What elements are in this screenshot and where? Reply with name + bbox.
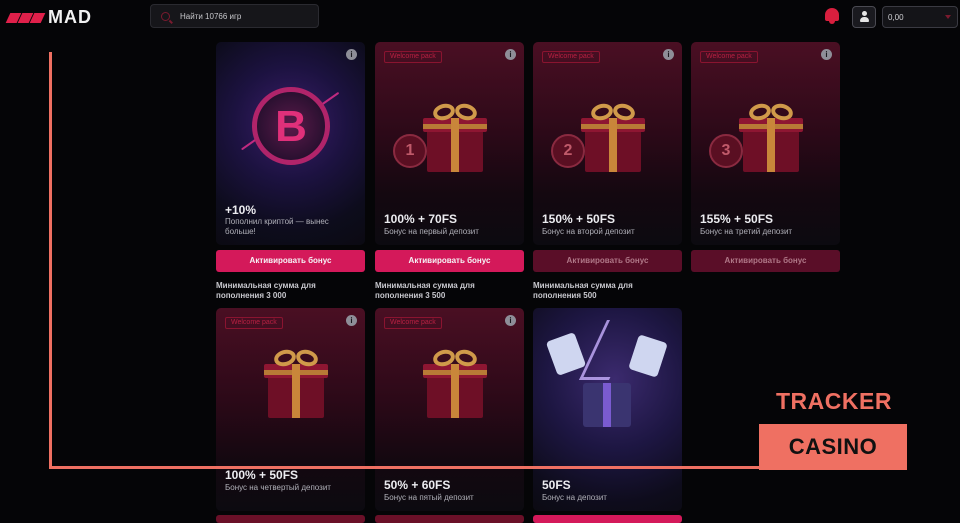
- bitcoin-icon: B: [252, 87, 330, 165]
- logo[interactable]: MAD: [5, 7, 92, 28]
- user-profile-button[interactable]: [852, 6, 876, 28]
- gift-icon: [583, 383, 631, 427]
- bonus-card-fourth-deposit: Welcome pack i 100% + 50FS Бонус на четв…: [216, 308, 365, 511]
- activate-bonus-button-partial[interactable]: [216, 515, 365, 523]
- info-icon[interactable]: i: [505, 315, 516, 326]
- activate-bonus-button-partial[interactable]: [533, 515, 682, 523]
- card-description: Бонус на третий депозит: [700, 227, 793, 236]
- card-title: 50FS: [542, 478, 571, 492]
- gift-icon: [264, 347, 328, 418]
- welcome-pack-badge: Welcome pack: [542, 51, 600, 63]
- gift-icon: [423, 101, 487, 172]
- user-icon: [862, 11, 867, 16]
- watermark-line-vertical: [49, 52, 52, 469]
- search-icon: [161, 11, 170, 21]
- watermark-casino-text: CASINO: [788, 434, 878, 459]
- bonus-card-third-deposit: Welcome pack i 3 155% + 50FS Бонус на тр…: [691, 42, 840, 245]
- card-title: 150% + 50FS: [542, 212, 616, 226]
- card-description: Бонус на депозит: [542, 493, 607, 502]
- logo-mark-icon: [5, 11, 46, 25]
- card-title: +10%: [225, 203, 257, 217]
- bonus-card-second-deposit: Welcome pack i 2 150% + 50FS Бонус на вт…: [533, 42, 682, 245]
- welcome-pack-badge: Welcome pack: [225, 317, 283, 329]
- balance-value: 0,00: [888, 13, 904, 22]
- bonus-card-first-deposit: Welcome pack i 1 100% + 70FS Бонус на пе…: [375, 42, 524, 245]
- card-description: Бонус на первый депозит: [384, 227, 479, 236]
- chevron-down-icon: [945, 15, 951, 19]
- bonus-card-free-spins: 50FS Бонус на депозит: [533, 308, 682, 511]
- search-placeholder: Найти 10766 игр: [180, 11, 242, 21]
- card-title: 100% + 70FS: [384, 212, 458, 226]
- card-description: Бонус на четвертый депозит: [225, 483, 331, 492]
- welcome-pack-badge: Welcome pack: [384, 51, 442, 63]
- card-description: Пополнил криптой — вынес больше!: [225, 217, 329, 236]
- coin-number-icon: 1: [393, 134, 427, 168]
- welcome-pack-badge: Welcome pack: [384, 317, 442, 329]
- bonus-card-fifth-deposit: Welcome pack i 50% + 60FS Бонус на пятый…: [375, 308, 524, 511]
- card-description: Бонус на пятый депозит: [384, 493, 474, 502]
- card-title: 100% + 50FS: [225, 468, 299, 482]
- gift-icon: [739, 101, 803, 172]
- welcome-pack-badge: Welcome pack: [700, 51, 758, 63]
- info-icon[interactable]: i: [663, 49, 674, 60]
- card-title: 155% + 50FS: [700, 212, 774, 226]
- bonus-card-crypto: B i +10% Пополнил криптой — вынес больше…: [216, 42, 365, 245]
- info-icon[interactable]: i: [346, 49, 357, 60]
- card-title: 50% + 60FS: [384, 478, 451, 492]
- minimum-deposit-text: Минимальная сумма для пополнения 3 000: [216, 281, 316, 300]
- card-description: Бонус на второй депозит: [542, 227, 635, 236]
- gift-icon: [581, 101, 645, 172]
- activate-bonus-button[interactable]: Активировать бонус: [216, 250, 365, 272]
- lightning-icon: [579, 320, 637, 380]
- gift-icon: [423, 347, 487, 418]
- watermark-line-horizontal: [49, 466, 759, 469]
- minimum-deposit-text: Минимальная сумма для пополнения 3 500: [375, 281, 475, 300]
- top-header: MAD Найти 10766 игр 0,00: [0, 0, 960, 34]
- info-icon[interactable]: i: [505, 49, 516, 60]
- notifications-bell-icon[interactable]: [823, 6, 841, 26]
- logo-text: MAD: [48, 7, 92, 27]
- info-icon[interactable]: i: [821, 49, 832, 60]
- activate-bonus-button[interactable]: Активировать бонус: [533, 250, 682, 272]
- coin-number-icon: 2: [551, 134, 585, 168]
- minimum-deposit-text: Минимальная сумма для пополнения 500: [533, 281, 633, 300]
- activate-bonus-button[interactable]: Активировать бонус: [375, 250, 524, 272]
- info-icon[interactable]: i: [346, 315, 357, 326]
- watermark-tracker-text: TRACKER: [776, 388, 892, 414]
- activate-bonus-button-partial[interactable]: [375, 515, 524, 523]
- activate-bonus-button[interactable]: Активировать бонус: [691, 250, 840, 272]
- watermark-casino-box: CASINO: [759, 424, 907, 470]
- balance-select[interactable]: 0,00: [882, 6, 958, 28]
- search-input[interactable]: Найти 10766 игр: [150, 4, 319, 28]
- coin-number-icon: 3: [709, 134, 743, 168]
